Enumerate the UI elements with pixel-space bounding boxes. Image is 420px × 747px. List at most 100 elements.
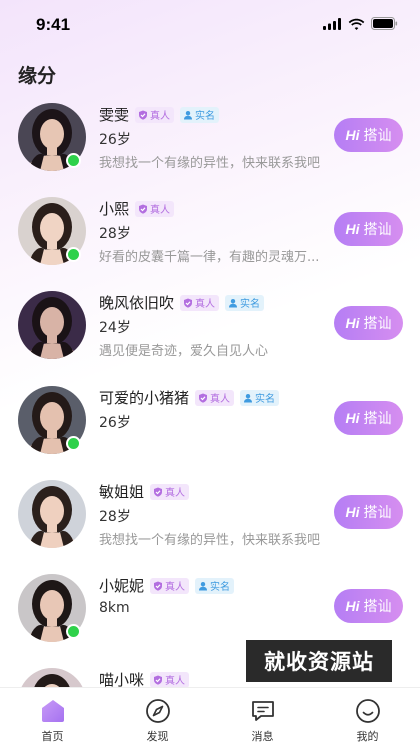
tab-home-label: 首页: [41, 730, 64, 743]
home-icon: [41, 700, 64, 722]
person-icon: [199, 581, 208, 590]
page-title: 缘分: [18, 65, 57, 87]
name-row: 敏姐姐 真人: [99, 481, 190, 502]
tab-discover[interactable]: 发现: [105, 688, 210, 747]
badge-real-person: 真人: [150, 671, 190, 688]
tab-discover-label: 发现: [146, 730, 169, 743]
greet-button[interactable]: Hi 搭讪: [334, 118, 403, 152]
online-indicator: [66, 436, 81, 451]
message-icon: [251, 701, 274, 721]
greet-button-label: 搭讪: [363, 599, 392, 615]
greet-button[interactable]: Hi 搭讪: [334, 401, 403, 435]
verified-shield-icon: [139, 204, 148, 214]
badge-real-person: 真人: [195, 389, 235, 406]
user-name: 小熙: [99, 200, 130, 218]
person-icon: [184, 110, 193, 119]
badge-real-label: 真人: [165, 488, 186, 499]
tab-messages[interactable]: 消息: [210, 688, 315, 747]
wifi-icon: [348, 18, 365, 30]
tab-messages-label: 消息: [251, 730, 274, 743]
greet-button[interactable]: Hi 搭讪: [334, 306, 403, 340]
badge-real-person: 真人: [135, 200, 175, 217]
avatar[interactable]: [18, 480, 86, 548]
badge-real-label: 真人: [210, 394, 231, 405]
badge-real-label: 真人: [165, 582, 186, 593]
greet-button-hi: Hi: [345, 127, 360, 143]
greet-button-label: 搭讪: [363, 411, 392, 427]
greet-button-label: 搭讪: [363, 128, 392, 144]
status-bar: 9:41: [0, 0, 420, 50]
badge-real-name: 实名: [225, 294, 265, 311]
badge-real-name: 实名: [195, 577, 235, 594]
badge-real-name: 实名: [180, 106, 220, 123]
verified-shield-icon: [154, 581, 163, 591]
status-time: 9:41: [36, 15, 71, 34]
name-row: 小熙 真人: [99, 198, 175, 219]
tab-home[interactable]: 首页: [0, 688, 105, 747]
signal-icon: [323, 17, 341, 30]
greet-button[interactable]: Hi 搭讪: [334, 212, 403, 246]
badge-real-person: 真人: [150, 483, 190, 500]
badge-real-label: 真人: [195, 299, 216, 310]
watermark: 就收资源站: [246, 640, 392, 682]
name-row: 可爱的小猪猪 真人 实名: [99, 387, 280, 408]
badge-real-name-label: 实名: [210, 582, 231, 593]
badge-real-person: 真人: [135, 106, 175, 123]
user-name: 可爱的小猪猪: [99, 389, 190, 407]
online-indicator: [66, 624, 81, 639]
badge-real-name-label: 实名: [255, 394, 276, 405]
name-row: 小妮妮 真人 实名: [99, 575, 235, 596]
verified-shield-icon: [154, 675, 163, 685]
user-bio: 我想找一个有缘的异性，快来联系我吧: [99, 156, 321, 171]
verified-shield-icon: [154, 487, 163, 497]
badge-real-person: 真人: [150, 577, 190, 594]
profile-icon: [355, 699, 380, 723]
badge-real-label: 真人: [150, 111, 171, 122]
user-bio: 好看的皮囊千篇一律，有趣的灵魂万...: [99, 250, 320, 265]
user-meta: 28岁: [99, 509, 131, 525]
greet-button-label: 搭讪: [363, 222, 392, 238]
user-name: 敏姐姐: [99, 483, 145, 501]
list-item[interactable]: 雯雯 真人 实名 26岁 我想找一个有缘的异性，快来联系我吧 Hi 搭讪: [0, 103, 420, 197]
greet-button[interactable]: Hi 搭讪: [334, 495, 403, 529]
online-indicator: [66, 153, 81, 168]
greet-button-hi: Hi: [345, 315, 360, 331]
greet-button[interactable]: Hi 搭讪: [334, 589, 403, 623]
user-meta: 26岁: [99, 415, 131, 431]
verified-shield-icon: [199, 393, 208, 403]
badge-real-person: 真人: [180, 294, 220, 311]
online-indicator: [66, 247, 81, 262]
status-icons: [323, 17, 398, 30]
compass-icon: [145, 699, 170, 723]
verified-shield-icon: [139, 110, 148, 120]
tab-bar: 首页 发现 消息 我的: [0, 687, 420, 747]
greet-button-hi: Hi: [345, 221, 360, 237]
tab-profile[interactable]: 我的: [315, 688, 420, 747]
user-meta: 26岁: [99, 132, 131, 148]
name-row: 雯雯 真人 实名: [99, 104, 220, 125]
list-item[interactable]: 可爱的小猪猪 真人 实名 26岁 Hi 搭讪: [0, 386, 420, 480]
badge-real-name-label: 实名: [195, 111, 216, 122]
verified-shield-icon: [184, 298, 193, 308]
user-meta: 24岁: [99, 320, 131, 336]
greet-button-hi: Hi: [345, 598, 360, 614]
badge-real-label: 真人: [165, 676, 186, 687]
list-item[interactable]: 晚风依旧吹 真人 实名 24岁遇见便是奇迹，爱久自见人心 Hi 搭讪: [0, 291, 420, 385]
user-name: 晚风依旧吹: [99, 294, 175, 312]
user-bio: 遇见便是奇迹，爱久自见人心: [99, 344, 269, 359]
list-item[interactable]: 小熙 真人 28岁 好看的皮囊千篇一律，有趣的灵魂万... Hi 搭讪: [0, 197, 420, 291]
user-name: 小妮妮: [99, 577, 145, 595]
tab-profile-label: 我的: [356, 730, 379, 743]
greet-button-label: 搭讪: [363, 316, 392, 332]
badge-real-name: 实名: [240, 389, 280, 406]
badge-real-name-label: 实名: [240, 299, 261, 310]
list-item[interactable]: 敏姐姐 真人 28岁我想找一个有缘的异性，快来联系我吧 Hi 搭讪: [0, 480, 420, 574]
greet-button-hi: Hi: [345, 504, 360, 520]
person-icon: [244, 393, 253, 402]
battery-icon: [371, 17, 398, 30]
name-row: 晚风依旧吹 真人 实名: [99, 292, 265, 313]
badge-real-label: 真人: [150, 205, 171, 216]
person-icon: [229, 298, 238, 307]
user-bio: 我想找一个有缘的异性，快来联系我吧: [99, 533, 321, 548]
avatar[interactable]: [18, 291, 86, 359]
